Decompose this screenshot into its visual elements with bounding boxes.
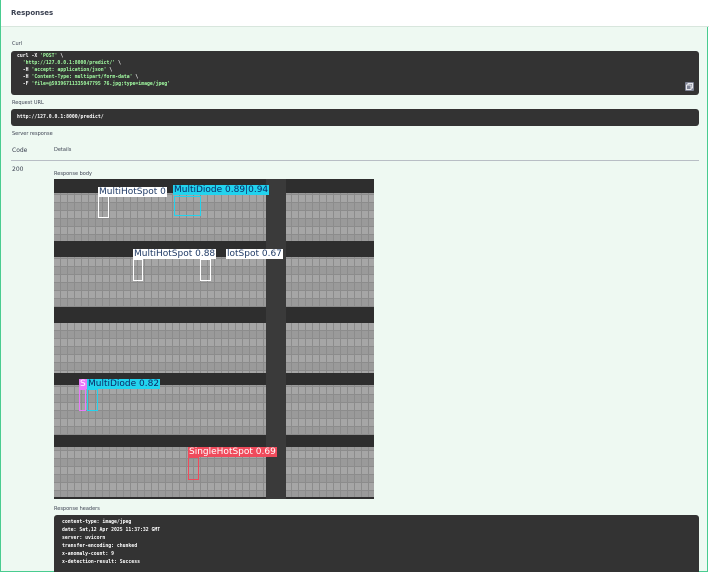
responses-header: Responses <box>1 0 709 27</box>
response-header-line: content-type: image/jpeg <box>62 520 132 525</box>
detection-label: MultiDiode 0.82 <box>87 379 161 389</box>
response-header-line: transfer-encoding: chunked <box>62 544 138 549</box>
response-image: MultiHotSpot 0 MultiDiode 0.89|0.94 Mult… <box>54 179 374 499</box>
request-url-block[interactable]: http://127.0.0.1:8000/predict/ <box>11 109 699 126</box>
detection-box <box>98 196 109 218</box>
details-column-header: Details <box>54 147 72 153</box>
detection-box <box>174 196 201 216</box>
detection-label: MultiHotSpot 0 <box>98 187 167 197</box>
response-header-line: x-anomaly-count: 9 <box>62 552 114 557</box>
detection-box <box>87 389 98 411</box>
curl-label: Curl <box>12 41 23 47</box>
detection-label: MultiDiode 0.89|0.94 <box>173 185 270 195</box>
detection-label: lotSpot 0.67 <box>226 249 283 259</box>
response-headers-label: Response headers <box>54 506 100 512</box>
detection-box <box>79 389 86 411</box>
response-header-line: date: Sat,12 Apr 2025 11:37:32 GMT <box>62 528 161 533</box>
code-column-header: Code <box>12 147 28 154</box>
request-url-label: Request URL <box>12 100 44 106</box>
curl-line: -H 'Content-Type: multipart/form-data' \ <box>17 75 139 80</box>
copy-to-clipboard-button[interactable] <box>685 82 694 91</box>
curl-line: curl -X 'POST' \ <box>17 54 64 59</box>
response-header-line: x-detection-result: Success <box>62 560 140 565</box>
status-code: 200 <box>12 166 24 173</box>
server-response-label: Server response <box>12 131 53 137</box>
response-body-label: Response body <box>54 171 92 177</box>
response-header-line: server: uvicorn <box>62 536 106 541</box>
curl-line: 'http://127.0.0.1:8000/predict/' \ <box>22 61 121 66</box>
detection-box <box>200 259 211 281</box>
responses-panel: Responses Curl curl -X 'POST' \ 'http://… <box>0 0 709 572</box>
curl-line: -H 'accept: application/json' \ <box>17 68 113 73</box>
detection-label: SingleHotSpot 0.69 <box>188 447 277 457</box>
detection-label: MultiHotSpot 0.88 <box>133 249 217 259</box>
response-headers-block[interactable]: content-type: image/jpeg date: Sat,12 Ap… <box>54 515 699 572</box>
detection-box <box>133 259 143 281</box>
request-url-value: http://127.0.0.1:8000/predict/ <box>17 115 104 120</box>
detection-box <box>188 457 199 480</box>
table-divider <box>11 160 699 161</box>
curl-line: -F 'file=@59396711335047795 76.jpg;type=… <box>17 82 171 87</box>
copy-icon <box>686 83 693 90</box>
curl-code-block[interactable]: curl -X 'POST' \ 'http://127.0.0.1:8000/… <box>11 51 699 95</box>
responses-title: Responses <box>11 9 54 17</box>
detection-label: S <box>79 379 87 389</box>
